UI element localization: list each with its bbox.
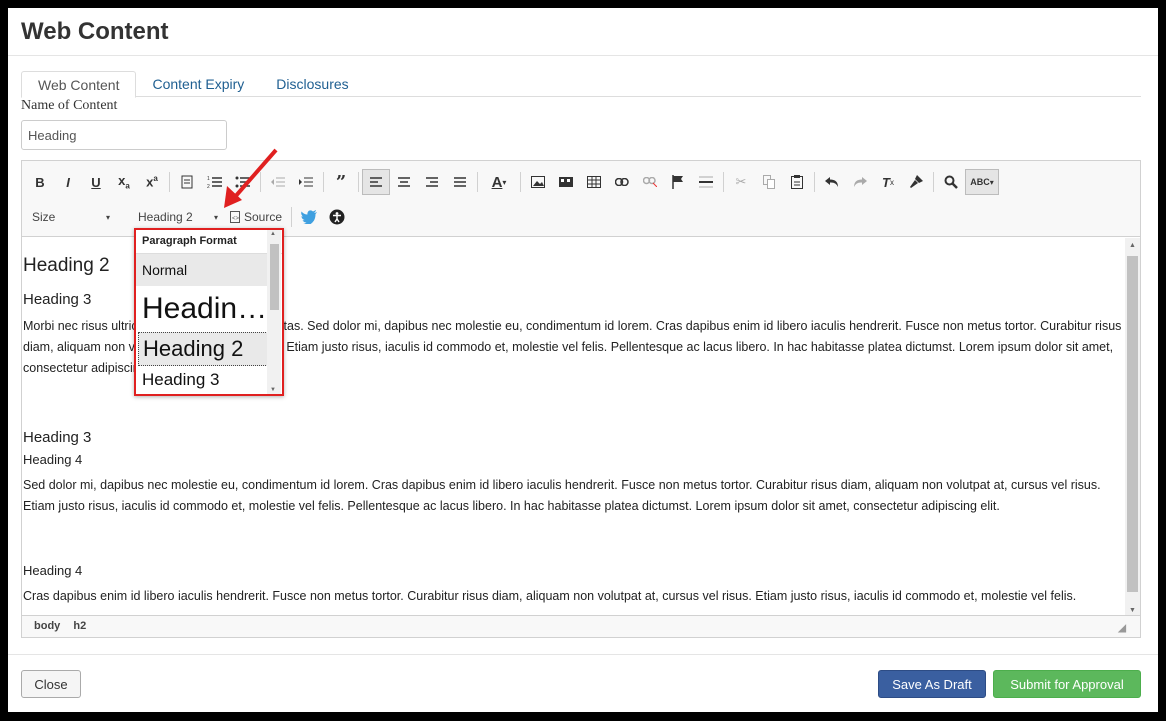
redo-icon[interactable] <box>846 169 874 195</box>
scroll-up-icon[interactable]: ▲ <box>270 231 276 237</box>
source-label: Source <box>244 210 283 224</box>
font-size-select[interactable]: Size ▾ <box>26 206 116 228</box>
svg-text:2: 2 <box>207 184 210 189</box>
image-icon[interactable] <box>524 169 552 195</box>
editor-scrollbar[interactable]: ▲ ▼ <box>1125 238 1140 616</box>
tab-web-content[interactable]: Web Content <box>21 71 137 98</box>
modal-footer: Close Save As Draft Submit for Approval <box>8 654 1158 712</box>
subscript-icon[interactable]: xa <box>110 169 138 195</box>
twitter-icon[interactable] <box>295 204 323 230</box>
undo-icon[interactable] <box>818 169 846 195</box>
underline-icon[interactable]: U <box>82 169 110 195</box>
chevron-down-icon: ▾ <box>213 212 218 222</box>
resize-handle-icon[interactable]: ◢ <box>1118 623 1126 634</box>
text-color-icon[interactable]: A ▾ <box>481 169 517 195</box>
save-as-draft-button[interactable]: Save As Draft <box>878 670 986 698</box>
dropdown-title: Paragraph Format <box>136 230 282 254</box>
horizontal-rule-icon[interactable] <box>692 169 720 195</box>
modal-header: Web Content <box>8 8 1158 56</box>
justify-icon[interactable] <box>446 169 474 195</box>
tab-disclosures[interactable]: Disclosures <box>260 71 364 96</box>
web-content-modal: Web Content Web Content Content Expiry D… <box>8 8 1158 712</box>
link-icon[interactable] <box>608 169 636 195</box>
format-option-normal[interactable]: Normal <box>136 254 268 286</box>
path-item-h2[interactable]: h2 <box>73 620 86 632</box>
toolbar-separator <box>477 172 478 192</box>
tab-content-expiry[interactable]: Content Expiry <box>136 71 260 96</box>
toolbar-separator <box>520 172 521 192</box>
format-option-heading-3[interactable]: Heading 3 <box>136 366 268 394</box>
unlink-icon[interactable] <box>636 169 664 195</box>
scroll-up-icon[interactable]: ▲ <box>1129 242 1136 249</box>
svg-text:<>: <> <box>232 216 240 222</box>
path-item-body[interactable]: body <box>34 620 60 632</box>
toolbar-separator <box>933 172 934 192</box>
submit-for-approval-button[interactable]: Submit for Approval <box>993 670 1141 698</box>
cut-icon[interactable]: ✂ <box>727 169 755 195</box>
bold-icon[interactable]: B <box>26 169 54 195</box>
scroll-thumb[interactable] <box>1127 256 1138 592</box>
media-icon[interactable] <box>552 169 580 195</box>
scroll-thumb[interactable] <box>270 244 279 310</box>
content-heading-4: Heading 4 <box>23 563 83 578</box>
content-heading-4: Heading 4 <box>23 452 83 467</box>
toolbar-separator <box>291 207 293 227</box>
table-icon[interactable] <box>580 169 608 195</box>
superscript-icon[interactable]: xa <box>138 169 166 195</box>
paragraph-format-dropdown: Paragraph Format Normal Headin… Heading … <box>134 228 284 396</box>
paragraph-format-select[interactable]: Heading 2 ▾ <box>132 206 224 228</box>
close-button[interactable]: Close <box>21 670 81 698</box>
source-icon: <> <box>230 211 240 223</box>
increase-indent-icon[interactable] <box>292 169 320 195</box>
dropdown-scrollbar[interactable]: ▲ ▼ <box>267 230 281 394</box>
toolbar-separator <box>358 172 359 192</box>
flag-icon[interactable] <box>664 169 692 195</box>
paragraph-format-label: Heading 2 <box>138 210 193 224</box>
copy-icon[interactable] <box>755 169 783 195</box>
format-painter-icon[interactable] <box>902 169 930 195</box>
accessibility-icon[interactable] <box>323 204 351 230</box>
toolbar-separator <box>814 172 815 192</box>
content-paragraph: Sed dolor mi, dapibus nec molestie eu, c… <box>23 478 1101 513</box>
align-center-icon[interactable] <box>390 169 418 195</box>
toolbar-separator <box>169 172 170 192</box>
blockquote-icon[interactable]: ” <box>327 169 355 195</box>
remove-format-icon[interactable]: Tx <box>874 169 902 195</box>
toolbar-separator <box>323 172 324 192</box>
format-option-heading-2[interactable]: Heading 2 <box>138 332 268 366</box>
find-icon[interactable] <box>937 169 965 195</box>
format-option-heading-1[interactable]: Headin… <box>136 286 268 332</box>
align-right-icon[interactable] <box>418 169 446 195</box>
annotation-arrow-icon <box>224 148 278 208</box>
content-paragraph: Cras dapibus enim id libero iaculis hend… <box>23 589 1077 603</box>
content-heading-3: Heading 3 <box>23 429 92 446</box>
name-of-content-input[interactable] <box>21 120 227 150</box>
toolbar-separator <box>723 172 724 192</box>
tab-bar: Web Content Content Expiry Disclosures <box>21 71 1141 98</box>
spellcheck-icon[interactable]: ABC ▾ <box>965 169 999 195</box>
font-size-label: Size <box>32 210 56 224</box>
paste-icon[interactable] <box>783 169 811 195</box>
name-of-content-label: Name of Content <box>21 98 118 113</box>
svg-text:1: 1 <box>207 176 210 182</box>
align-left-icon[interactable] <box>362 169 390 195</box>
document-icon[interactable] <box>173 169 201 195</box>
element-path-bar: body h2 ◢ <box>22 615 1140 637</box>
italic-icon[interactable]: I <box>54 169 82 195</box>
modal-title: Web Content <box>21 18 169 45</box>
scroll-down-icon[interactable]: ▼ <box>270 387 276 393</box>
chevron-down-icon: ▾ <box>105 212 110 222</box>
scroll-down-icon[interactable]: ▼ <box>1129 607 1136 614</box>
editor-toolbar: B I U xa xa 1 2 ” A ▾ ✂ T x ABC ▾ Size ▾ … <box>22 161 1140 237</box>
